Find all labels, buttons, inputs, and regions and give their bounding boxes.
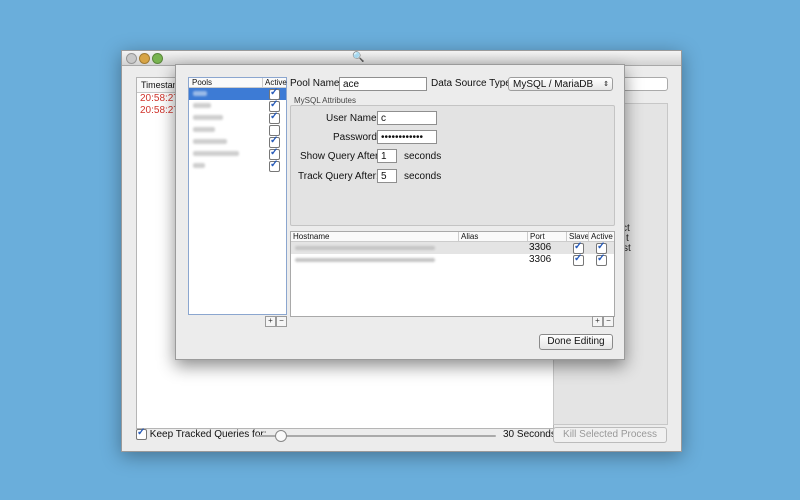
pool-name-redacted bbox=[193, 91, 207, 96]
remove-pool-button[interactable]: − bbox=[276, 316, 287, 327]
filter-select[interactable] bbox=[618, 77, 668, 91]
add-host-button[interactable]: + bbox=[592, 316, 603, 327]
pools-column-header[interactable]: Pools bbox=[192, 78, 212, 87]
pool-name-redacted bbox=[193, 103, 211, 108]
host-port: 3306 bbox=[529, 242, 552, 253]
select-arrows-icon: ⇕ bbox=[603, 81, 609, 88]
kill-selected-process-button[interactable]: Kill Selected Process bbox=[553, 427, 667, 443]
data-source-type-value: MySQL / MariaDB bbox=[513, 79, 594, 90]
done-editing-button[interactable]: Done Editing bbox=[539, 334, 613, 350]
pool-active-checkbox[interactable] bbox=[269, 159, 280, 172]
close-window-button[interactable] bbox=[126, 53, 137, 64]
pool-name-redacted bbox=[193, 115, 223, 120]
hosts-table-header: Hostname Alias Port Slave Active bbox=[291, 232, 614, 242]
slave-column-header[interactable]: Slave bbox=[566, 232, 589, 241]
pool-name-label: Pool Name: bbox=[290, 78, 343, 89]
track-query-after-field[interactable]: 5 bbox=[377, 169, 397, 183]
pool-name-redacted bbox=[193, 163, 205, 168]
hostname-column-header[interactable]: Hostname bbox=[291, 232, 329, 241]
pool-add-remove: + − bbox=[265, 316, 287, 327]
pool-name-redacted bbox=[193, 127, 215, 132]
pool-row[interactable] bbox=[189, 159, 286, 172]
port-column-header[interactable]: Port bbox=[527, 232, 545, 241]
track-query-unit: seconds bbox=[404, 171, 442, 182]
user-name-field[interactable]: c bbox=[377, 111, 437, 125]
track-query-after-label: Track Query After: bbox=[298, 171, 379, 182]
alias-column-header[interactable]: Alias bbox=[458, 232, 478, 241]
keep-tracked-slider[interactable] bbox=[256, 430, 496, 442]
show-query-after-label: Show Query After: bbox=[300, 151, 382, 162]
user-name-label: User Name: bbox=[326, 113, 380, 124]
minimize-window-button[interactable] bbox=[139, 53, 150, 64]
mysql-attributes-title: MySQL Attributes bbox=[294, 96, 356, 105]
edit-pools-sheet: Pools Active + − Pool Name: ace Data Sou… bbox=[175, 64, 625, 360]
pool-active-checkbox[interactable] bbox=[269, 111, 280, 124]
pool-row[interactable] bbox=[189, 111, 286, 124]
host-add-remove: + − bbox=[592, 316, 614, 327]
host-row[interactable]: 3306 bbox=[291, 253, 614, 266]
password-label: Password: bbox=[333, 132, 380, 143]
host-port: 3306 bbox=[529, 254, 552, 265]
pool-name-field[interactable]: ace bbox=[339, 77, 427, 91]
pool-name-redacted bbox=[193, 139, 227, 144]
keep-tracked-checkbox[interactable] bbox=[136, 427, 147, 440]
data-source-type-label: Data Source Type: bbox=[431, 78, 514, 89]
bottom-bar: Keep Tracked Queries for: 30 Seconds Kil… bbox=[136, 427, 667, 445]
host-active-checkbox[interactable] bbox=[596, 253, 607, 266]
pool-name-redacted bbox=[193, 151, 239, 156]
zoom-window-button[interactable] bbox=[152, 53, 163, 64]
data-source-type-select[interactable]: MySQL / MariaDB ⇕ bbox=[508, 77, 613, 91]
slider-knob[interactable] bbox=[275, 430, 287, 442]
window-title-search-icon: 🔍 bbox=[352, 52, 365, 63]
active-column-header[interactable]: Active bbox=[262, 78, 287, 87]
hostname-redacted bbox=[295, 246, 435, 250]
show-query-after-field[interactable]: 1 bbox=[377, 149, 397, 163]
keep-tracked-label: Keep Tracked Queries for: bbox=[149, 429, 267, 441]
hosts-table[interactable]: Hostname Alias Port Slave Active 3306330… bbox=[290, 231, 615, 317]
keep-tracked-value: 30 Seconds bbox=[503, 429, 556, 440]
remove-host-button[interactable]: − bbox=[603, 316, 614, 327]
host-row[interactable]: 3306 bbox=[291, 241, 614, 254]
hostname-redacted bbox=[295, 258, 435, 262]
add-pool-button[interactable]: + bbox=[265, 316, 276, 327]
host-slave-checkbox[interactable] bbox=[573, 253, 584, 266]
show-query-unit: seconds bbox=[404, 151, 442, 162]
active-column-header[interactable]: Active bbox=[588, 232, 613, 241]
password-field[interactable]: •••••••••••• bbox=[377, 130, 437, 144]
pools-list[interactable]: Pools Active bbox=[188, 77, 287, 315]
